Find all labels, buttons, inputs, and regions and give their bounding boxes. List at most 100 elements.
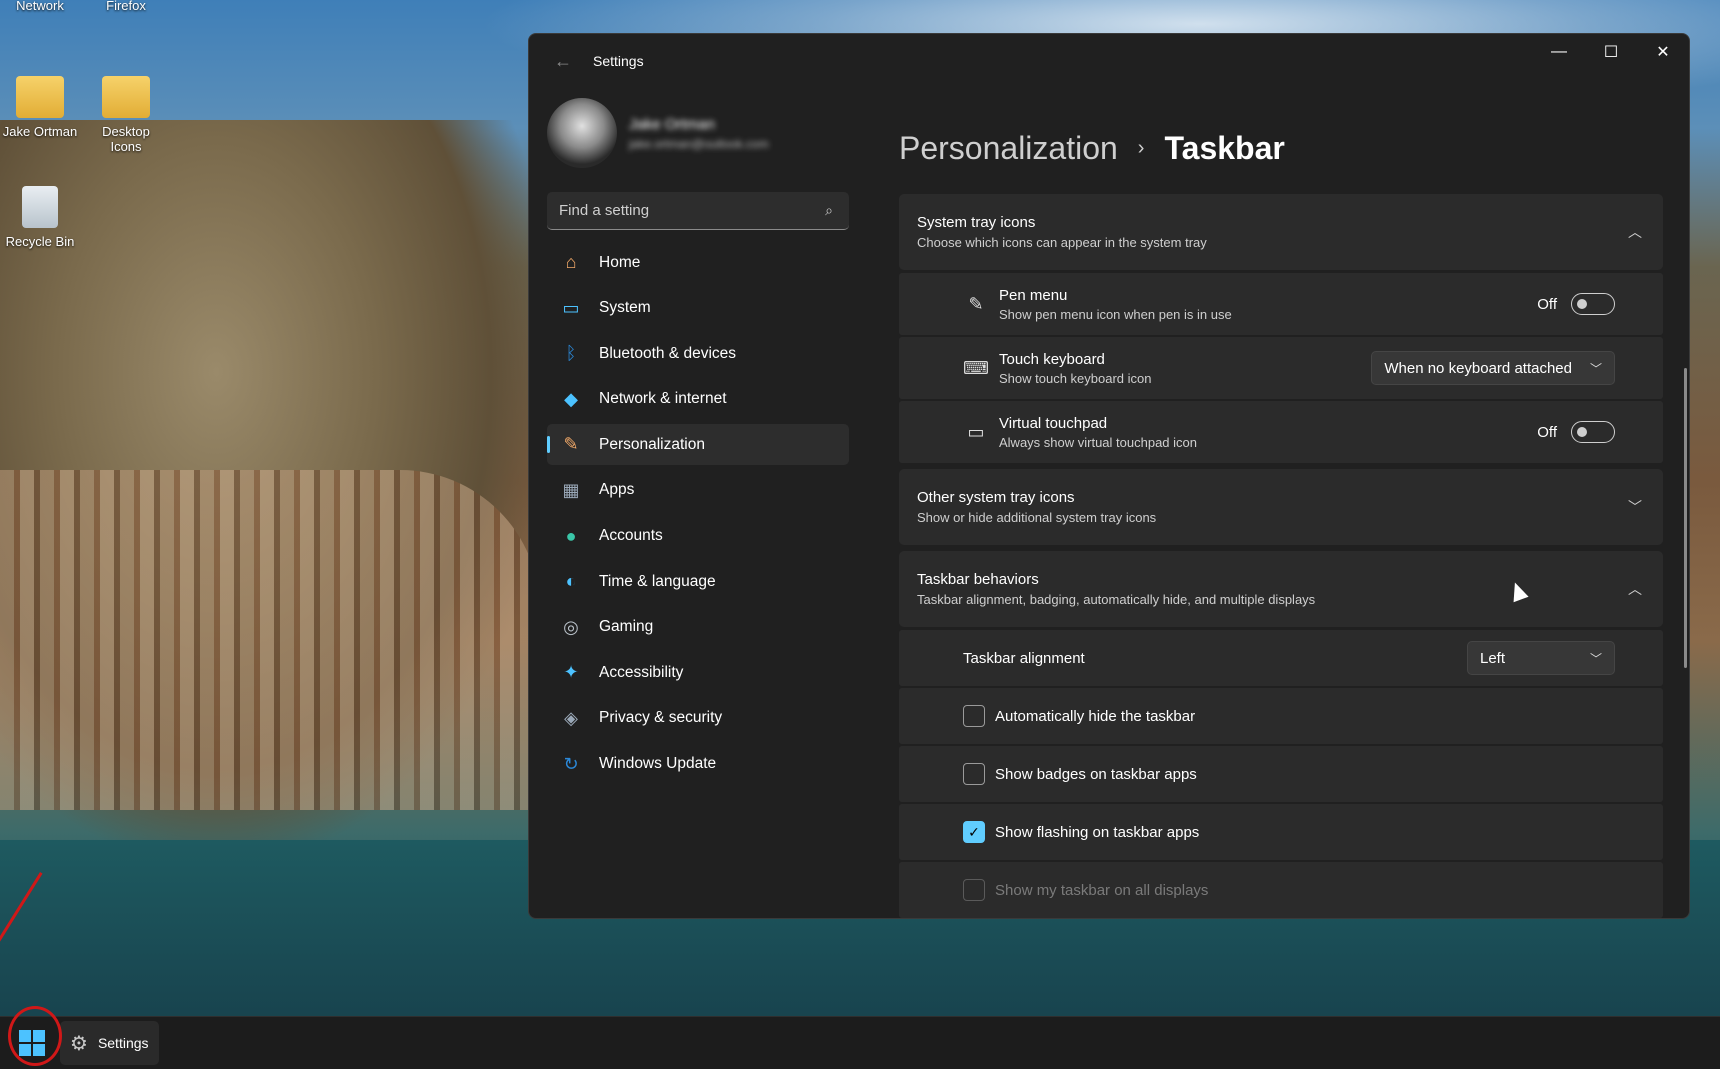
search-icon[interactable]: ⌕ xyxy=(821,202,837,219)
pen-icon: ✎ xyxy=(968,293,984,314)
sidebar: Jake Ortman jake.ortman@outlook.com ⌕ ⌂ H… xyxy=(529,88,867,918)
dropdown-value: When no keyboard attached xyxy=(1384,359,1572,377)
back-button[interactable]: ← xyxy=(543,41,583,81)
content-pane: Personalization › Taskbar System tray ic… xyxy=(867,88,1689,918)
checkbox-label: Show badges on taskbar apps xyxy=(995,765,1197,783)
row-title: Pen menu xyxy=(999,286,1068,304)
window-title: Settings xyxy=(593,53,644,69)
row-description: Always show virtual touchpad icon xyxy=(999,434,1197,450)
title-bar: ← Settings — ☐ ✕ xyxy=(529,34,1689,88)
breadcrumb-parent[interactable]: Personalization xyxy=(899,130,1118,167)
virtual-touchpad-toggle[interactable] xyxy=(1571,421,1615,443)
sidebar-item-label: Time & language xyxy=(599,572,716,590)
taskbar-app-settings[interactable]: ⚙ Settings xyxy=(60,1021,159,1065)
touch-keyboard-row: ⌨ Touch keyboard Show touch keyboard ico… xyxy=(899,337,1663,399)
keyboard-icon: ⌨ xyxy=(963,357,989,378)
settings-cards: System tray icons Choose which icons can… xyxy=(899,194,1663,918)
annotation-highlight-ring xyxy=(8,1006,62,1066)
minimize-button[interactable]: — xyxy=(1533,34,1585,70)
chevron-up-icon[interactable]: ︿ xyxy=(1625,579,1645,599)
chevron-down-icon: ﹀ xyxy=(1589,361,1602,376)
accounts-icon: ● xyxy=(565,525,577,546)
globe-clock-icon: ◐ xyxy=(565,571,577,592)
pen-menu-toggle[interactable] xyxy=(1571,293,1615,315)
desktop-icon-label: Desktop Icons xyxy=(102,124,150,154)
bluetooth-icon: ᛒ xyxy=(565,343,577,364)
profile-text: Jake Ortman jake.ortman@outlook.com xyxy=(629,116,769,151)
folder-icon xyxy=(102,76,150,118)
sidebar-item-network-internet[interactable]: ◆ Network & internet xyxy=(547,379,849,420)
sidebar-item-label: Personalization xyxy=(599,435,705,453)
desktop-icon-label: Recycle Bin xyxy=(5,234,75,249)
auto-hide-checkbox[interactable] xyxy=(963,705,985,727)
sidebar-item-system[interactable]: ▭ System xyxy=(547,288,849,329)
badges-row: Show badges on taskbar apps xyxy=(899,746,1663,802)
desktop-icon-firefox[interactable]: Firefox xyxy=(86,0,166,13)
card-description: Show or hide additional system tray icon… xyxy=(917,510,1157,525)
maximize-button[interactable]: ☐ xyxy=(1585,34,1637,70)
desktop-icon-user-folder[interactable]: Jake Ortman xyxy=(0,76,80,139)
desktop-icon-desktop-icons[interactable]: Desktop Icons xyxy=(86,76,166,154)
sidebar-item-time-language[interactable]: ◐ Time & language xyxy=(547,561,849,602)
taskbar-alignment-dropdown[interactable]: Left ﹀ xyxy=(1467,641,1615,675)
profile-card[interactable]: Jake Ortman jake.ortman@outlook.com xyxy=(529,88,867,178)
card-title: Taskbar behaviors xyxy=(917,571,1039,588)
sidebar-item-personalization[interactable]: ✎ Personalization xyxy=(547,424,849,466)
brush-icon: ✎ xyxy=(563,434,579,455)
sidebar-item-windows-update[interactable]: ↻ Windows Update xyxy=(547,744,849,785)
taskbar-behaviors-card[interactable]: Taskbar behaviors Taskbar alignment, bad… xyxy=(899,551,1663,627)
gamepad-icon: ◎ xyxy=(563,616,579,637)
card-title: Other system tray icons xyxy=(917,489,1075,506)
breadcrumb: Personalization › Taskbar xyxy=(899,130,1285,167)
profile-name: Jake Ortman xyxy=(629,115,715,133)
toggle-state-label: Off xyxy=(1537,295,1557,313)
scrollbar[interactable] xyxy=(1684,368,1687,668)
badges-checkbox[interactable] xyxy=(963,763,985,785)
desktop-wallpaper-town xyxy=(0,470,540,810)
desktop-icon-label: Firefox xyxy=(106,0,146,13)
sidebar-item-privacy-security[interactable]: ◈ Privacy & security xyxy=(547,698,849,739)
page-title: Taskbar xyxy=(1164,130,1285,166)
close-button[interactable]: ✕ xyxy=(1637,34,1689,70)
chevron-up-icon[interactable]: ︿ xyxy=(1625,222,1645,242)
row-title: Virtual touchpad xyxy=(999,414,1108,432)
desktop-icon-network[interactable]: Network xyxy=(0,0,80,13)
sidebar-item-bluetooth-devices[interactable]: ᛒ Bluetooth & devices xyxy=(547,333,849,374)
card-description: Taskbar alignment, badging, automaticall… xyxy=(917,592,1316,607)
sidebar-item-accounts[interactable]: ● Accounts xyxy=(547,516,849,557)
sidebar-item-label: Network & internet xyxy=(599,390,727,408)
other-system-tray-icons-card[interactable]: Other system tray icons Show or hide add… xyxy=(899,469,1663,545)
chevron-down-icon: ﹀ xyxy=(1589,651,1602,666)
flashing-checkbox[interactable]: ✓ xyxy=(963,821,985,843)
gear-icon: ⚙ xyxy=(70,1032,88,1055)
apps-icon: ▦ xyxy=(562,479,580,500)
dropdown-value: Left xyxy=(1480,649,1506,667)
desktop-icon-recycle-bin[interactable]: Recycle Bin xyxy=(0,186,80,249)
touch-keyboard-dropdown[interactable]: When no keyboard attached ﹀ xyxy=(1371,351,1615,385)
sidebar-item-home[interactable]: ⌂ Home xyxy=(547,242,849,283)
desktop-icon-label: Network xyxy=(16,0,64,13)
breadcrumb-separator: › xyxy=(1137,137,1145,159)
card-title: System tray icons xyxy=(917,214,1036,231)
chevron-down-icon[interactable]: ﹀ xyxy=(1625,497,1645,517)
settings-window: ← Settings — ☐ ✕ Jake Ortman jake.ortman… xyxy=(528,33,1690,919)
sidebar-item-accessibility[interactable]: ✦ Accessibility xyxy=(547,652,849,693)
all-displays-row: Show my taskbar on all displays xyxy=(899,862,1663,918)
system-icon: ▭ xyxy=(562,297,580,318)
accessibility-icon: ✦ xyxy=(563,662,579,683)
wifi-icon: ◆ xyxy=(564,388,578,409)
sidebar-item-apps[interactable]: ▦ Apps xyxy=(547,470,849,511)
taskbar-app-label: Settings xyxy=(97,1035,149,1051)
sidebar-item-label: Bluetooth & devices xyxy=(599,344,737,362)
system-tray-icons-card[interactable]: System tray icons Choose which icons can… xyxy=(899,194,1663,270)
flashing-row: ✓ Show flashing on taskbar apps xyxy=(899,804,1663,860)
sidebar-item-label: Windows Update xyxy=(599,755,717,773)
search-box[interactable]: ⌕ xyxy=(547,192,849,230)
toggle-state-label: Off xyxy=(1537,423,1557,441)
search-input[interactable] xyxy=(559,202,821,219)
sidebar-item-gaming[interactable]: ◎ Gaming xyxy=(547,607,849,648)
row-description: Show touch keyboard icon xyxy=(999,370,1152,386)
taskbar-alignment-row: Taskbar alignment Left ﹀ xyxy=(899,630,1663,686)
checkmark-icon: ✓ xyxy=(968,823,980,840)
row-title: Taskbar alignment xyxy=(963,649,1085,667)
